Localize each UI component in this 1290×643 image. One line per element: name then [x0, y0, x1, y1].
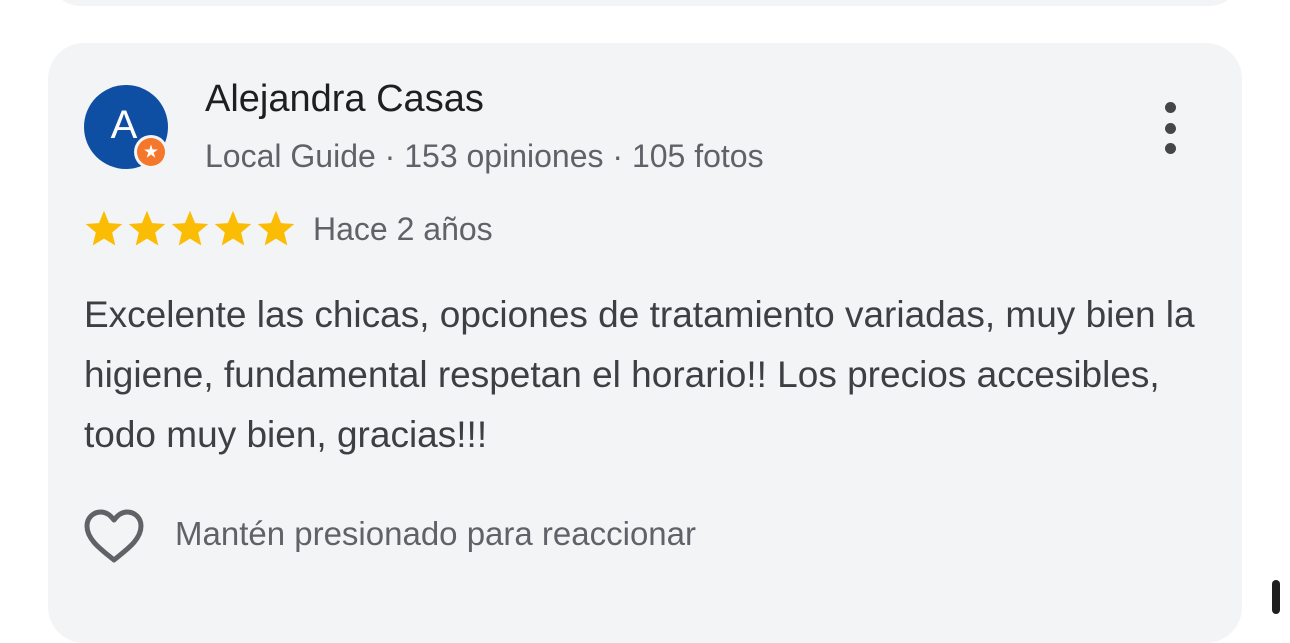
star-filled-icon [126, 209, 168, 249]
scrollbar[interactable] [1272, 580, 1280, 614]
react-hint: Mantén presionado para reaccionar [175, 515, 696, 552]
reviewer-meta: Local Guide · 153 opiniones · 105 fotos [205, 138, 764, 174]
more-options-button[interactable] [1148, 96, 1192, 160]
star-filled-icon [169, 209, 211, 249]
more-dot [1164, 122, 1176, 134]
reviewer-name[interactable]: Alejandra Casas [205, 78, 484, 121]
more-vertical-icon [1164, 102, 1176, 113]
previous-review-card [48, 0, 1242, 6]
star-filled-icon [83, 209, 125, 249]
review-time: Hace 2 años [313, 211, 493, 247]
local-guide-badge-icon [134, 135, 168, 169]
star-filled-icon [255, 209, 297, 249]
heart-outline-icon [84, 509, 144, 563]
more-dot [1164, 143, 1176, 154]
react-button[interactable] [82, 508, 146, 566]
star-rating [83, 209, 297, 249]
star-filled-icon [212, 209, 254, 249]
review-text: Excelente las chicas, opciones de tratam… [84, 294, 1195, 455]
avatar-initial: A [110, 102, 138, 147]
